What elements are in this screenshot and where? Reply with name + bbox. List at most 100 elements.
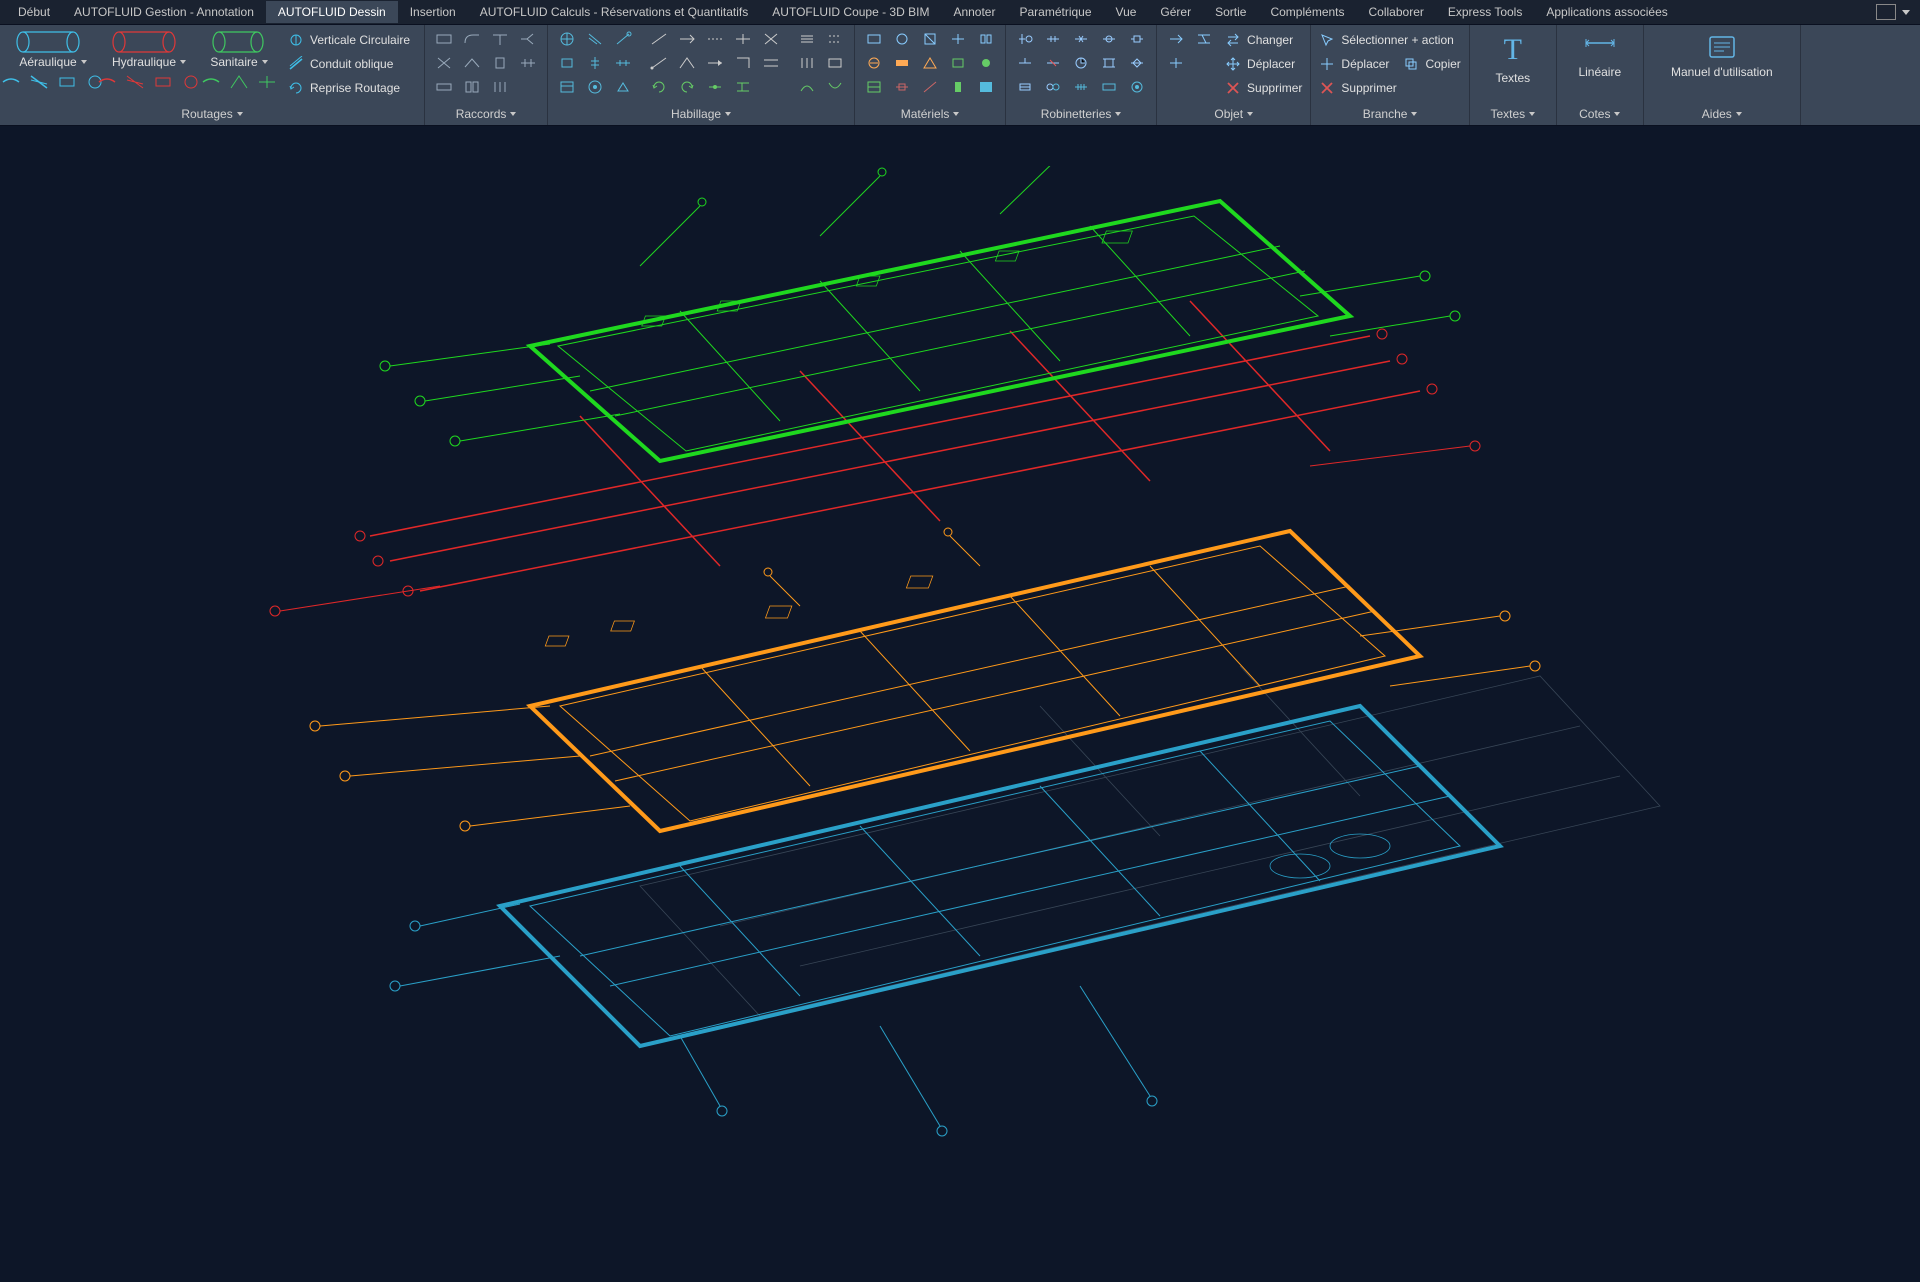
line-tool-12[interactable] <box>732 77 754 97</box>
line-tool-4[interactable] <box>732 29 754 49</box>
line-tool-10[interactable] <box>760 53 782 73</box>
hyd-variant-3-icon[interactable] <box>152 73 174 91</box>
robinet-tool-1[interactable] <box>1014 29 1036 49</box>
materiel-tool-5[interactable] <box>975 29 997 49</box>
san-variant-3-icon[interactable] <box>256 73 278 91</box>
lineaire-button[interactable]: Linéaire <box>1565 29 1635 79</box>
objet-supprimer-button[interactable]: Supprimer <box>1225 77 1302 99</box>
raccord-tool-9[interactable] <box>433 77 455 97</box>
robinet-tool-12[interactable] <box>1042 77 1064 97</box>
hyd-variant-2-icon[interactable] <box>124 73 146 91</box>
habillage-tool-9[interactable] <box>612 77 634 97</box>
robinet-tool-15[interactable] <box>1126 77 1148 97</box>
tab-annoter[interactable]: Annoter <box>941 1 1007 23</box>
line-tool-5[interactable] <box>760 29 782 49</box>
raccord-tool-2[interactable] <box>461 29 483 49</box>
materiel-tool-1[interactable] <box>863 29 885 49</box>
manuel-button[interactable]: Manuel d'utilisation <box>1652 29 1792 79</box>
materiel-tool-2[interactable] <box>891 29 913 49</box>
branche-select-button[interactable]: Sélectionner + action <box>1319 29 1460 51</box>
objet-deplacer-button[interactable]: Déplacer <box>1225 53 1302 75</box>
tab-collaborer[interactable]: Collaborer <box>1357 1 1436 23</box>
line-tool-3[interactable] <box>704 29 726 49</box>
tab-autofluid-dessin[interactable]: AUTOFLUID Dessin <box>266 1 398 23</box>
raccord-tool-11[interactable] <box>489 77 511 97</box>
habillage-globe-icon[interactable] <box>556 29 578 49</box>
habillage-tool-5[interactable] <box>584 53 606 73</box>
line-tool-2[interactable] <box>676 29 698 49</box>
habillage-tool-6[interactable] <box>612 53 634 73</box>
drawing-viewport[interactable] <box>0 126 1920 1282</box>
hatch-tool-2[interactable] <box>824 29 846 49</box>
tab-complements[interactable]: Compléments <box>1258 1 1356 23</box>
tab-sortie[interactable]: Sortie <box>1203 1 1258 23</box>
materiel-tool-10[interactable] <box>975 53 997 73</box>
line-tool-1[interactable] <box>648 29 670 49</box>
robinet-tool-3[interactable] <box>1070 29 1092 49</box>
robinet-tool-4[interactable] <box>1098 29 1120 49</box>
reprise-routage-button[interactable]: Reprise Routage <box>288 77 416 99</box>
branche-supprimer-button[interactable]: Supprimer <box>1319 77 1460 99</box>
raccord-tool-1[interactable] <box>433 29 455 49</box>
conduit-oblique-button[interactable]: Conduit oblique <box>288 53 416 75</box>
objet-icon-4[interactable] <box>1193 53 1215 73</box>
robinet-tool-8[interactable] <box>1070 53 1092 73</box>
raccord-tool-7[interactable] <box>489 53 511 73</box>
materiel-tool-9[interactable] <box>947 53 969 73</box>
hydraulique-button[interactable]: Hydraulique <box>104 29 194 91</box>
habillage-tool-2[interactable] <box>584 29 606 49</box>
tab-parametrique[interactable]: Paramétrique <box>1007 1 1103 23</box>
aer-variant-1-icon[interactable] <box>0 73 22 91</box>
san-variant-2-icon[interactable] <box>228 73 250 91</box>
vert-circulaire-button[interactable]: Verticale Circulaire <box>288 29 416 51</box>
aeraulique-button[interactable]: Aéraulique <box>8 29 98 91</box>
line-tool-13[interactable] <box>760 77 782 97</box>
tab-apps-associees[interactable]: Applications associées <box>1534 1 1679 23</box>
hatch-tool-3[interactable] <box>796 53 818 73</box>
hatch-tool-4[interactable] <box>824 53 846 73</box>
materiel-tool-7[interactable] <box>891 53 913 73</box>
raccord-tool-8[interactable] <box>517 53 539 73</box>
line-tool-7[interactable] <box>676 53 698 73</box>
robinet-tool-14[interactable] <box>1098 77 1120 97</box>
raccord-tool-5[interactable] <box>433 53 455 73</box>
tab-insertion[interactable]: Insertion <box>398 1 468 23</box>
habillage-tool-7[interactable] <box>556 77 578 97</box>
line-tool-8[interactable] <box>704 53 726 73</box>
raccord-tool-10[interactable] <box>461 77 483 97</box>
robinet-tool-2[interactable] <box>1042 29 1064 49</box>
line-tool-6[interactable] <box>648 53 670 73</box>
tab-debut[interactable]: Début <box>6 1 62 23</box>
tab-autofluid-coupe[interactable]: AUTOFLUID Coupe - 3D BIM <box>760 1 941 23</box>
ribbon-options-dropdown-icon[interactable] <box>1902 10 1910 15</box>
hyd-variant-1-icon[interactable] <box>96 73 118 91</box>
robinet-tool-5[interactable] <box>1126 29 1148 49</box>
tab-autofluid-gestion[interactable]: AUTOFLUID Gestion - Annotation <box>62 1 266 23</box>
line-tool-11[interactable] <box>704 77 726 97</box>
materiel-tool-6[interactable] <box>863 53 885 73</box>
habillage-tool-4[interactable] <box>556 53 578 73</box>
robinet-tool-6[interactable] <box>1014 53 1036 73</box>
refresh-tool-1[interactable] <box>648 77 670 97</box>
raccord-tool-3[interactable] <box>489 29 511 49</box>
materiel-tool-12[interactable] <box>891 77 913 97</box>
materiel-tool-11[interactable] <box>863 77 885 97</box>
san-variant-1-icon[interactable] <box>200 73 222 91</box>
materiel-tool-3[interactable] <box>919 29 941 49</box>
habillage-tool-8[interactable] <box>584 77 606 97</box>
line-tool-9[interactable] <box>732 53 754 73</box>
aer-variant-3-icon[interactable] <box>56 73 78 91</box>
tab-express-tools[interactable]: Express Tools <box>1436 1 1534 23</box>
textes-button[interactable]: T Textes <box>1478 29 1548 85</box>
aer-variant-2-icon[interactable] <box>28 73 50 91</box>
hatch-tool-1[interactable] <box>796 29 818 49</box>
raccord-tool-6[interactable] <box>461 53 483 73</box>
ribbon-minimize-icon[interactable] <box>1876 4 1896 20</box>
hatch-tool-6[interactable] <box>824 77 846 97</box>
refresh-tool-2[interactable] <box>676 77 698 97</box>
robinet-tool-13[interactable] <box>1070 77 1092 97</box>
materiel-tool-15[interactable] <box>975 77 997 97</box>
tab-gerer[interactable]: Gérer <box>1148 1 1203 23</box>
tab-vue[interactable]: Vue <box>1104 1 1149 23</box>
objet-icon-1[interactable] <box>1165 29 1187 49</box>
